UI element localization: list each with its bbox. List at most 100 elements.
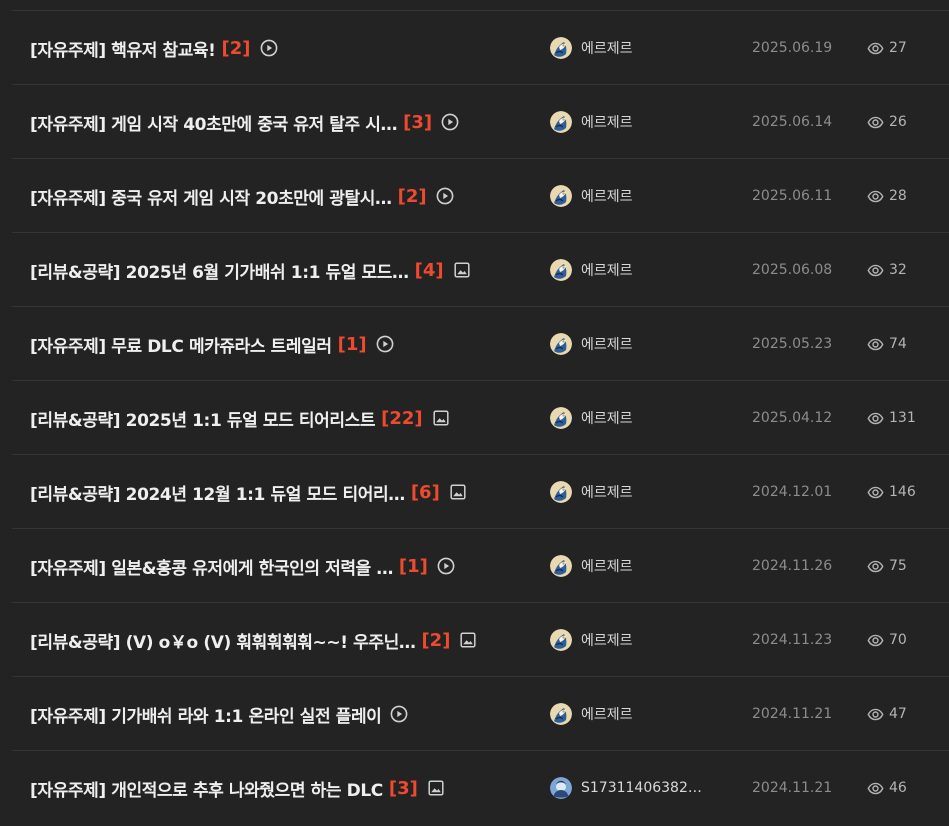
author-name[interactable]: 에르제르: [581, 704, 633, 724]
comment-count: [6]: [410, 481, 440, 503]
post-title-area[interactable]: [자유주제] 중국 유저 게임 시작 20초만에 광탈시… [2]: [30, 159, 454, 233]
post-title[interactable]: [자유주제] 게임 시작 40초만에 중국 유저 탈주 시…: [30, 110, 398, 135]
post-author[interactable]: 에르제르: [550, 603, 633, 677]
eye-icon: [867, 40, 884, 57]
post-title-area[interactable]: [리뷰&공략] 2024년 12월 1:1 듀얼 모드 티어리… [6]: [30, 455, 467, 529]
post-title[interactable]: [자유주제] 기가배쉬 라와 1:1 온라인 실전 플레이: [30, 702, 382, 727]
post-title-area[interactable]: [리뷰&공략] 2025년 6월 기가배쉬 1:1 듀얼 모드… [4]: [30, 233, 471, 307]
post-title[interactable]: [자유주제] 중국 유저 게임 시작 20초만에 광탈시…: [30, 184, 392, 209]
author-avatar-1: [550, 629, 572, 651]
post-title[interactable]: [리뷰&공략] 2025년 1:1 듀얼 모드 티어리스트: [30, 406, 375, 431]
post-row[interactable]: [자유주제] 기가배쉬 라와 1:1 온라인 실전 플레이 에르제르 2024.11…: [12, 677, 949, 751]
view-count: 27: [867, 11, 907, 85]
post-title-area[interactable]: [자유주제] 일본&홍콩 유저에게 한국인의 저력을 … [1]: [30, 529, 455, 603]
post-date: 2025.04.12: [752, 410, 833, 426]
post-title-area[interactable]: [리뷰&공략] 2025년 1:1 듀얼 모드 티어리스트 [22]: [30, 381, 450, 455]
post-title[interactable]: [리뷰&공략] 2024년 12월 1:1 듀얼 모드 티어리…: [30, 480, 405, 505]
view-count-value: 75: [889, 558, 907, 574]
author-name[interactable]: S17311406382…: [581, 780, 702, 796]
view-count: 146: [867, 455, 916, 529]
view-count-value: 74: [889, 336, 907, 352]
image-icon: [427, 779, 445, 797]
post-row[interactable]: [자유주제] 개인적으로 추후 나와줬으면 하는 DLC [3] S17311406…: [12, 751, 949, 825]
post-row[interactable]: [리뷰&공략] 2025년 1:1 듀얼 모드 티어리스트 [22] 에르제르 202…: [12, 381, 949, 455]
post-row[interactable]: [자유주제] 게임 시작 40초만에 중국 유저 탈주 시… [3] 에르제르 202…: [12, 85, 949, 159]
author-name[interactable]: 에르제르: [581, 334, 633, 354]
post-title-area[interactable]: [자유주제] 핵유저 참교육! [2]: [30, 11, 278, 85]
post-author[interactable]: 에르제르: [550, 529, 633, 603]
post-title[interactable]: [자유주제] 핵유저 참교육!: [30, 36, 216, 61]
view-count-value: 28: [889, 188, 907, 204]
post-title-area[interactable]: [자유주제] 개인적으로 추후 나와줬으면 하는 DLC [3]: [30, 751, 445, 825]
view-count: 28: [867, 159, 907, 233]
author-name[interactable]: 에르제르: [581, 38, 633, 58]
post-author[interactable]: 에르제르: [550, 307, 633, 381]
view-count-value: 47: [889, 706, 907, 722]
author-name[interactable]: 에르제르: [581, 482, 633, 502]
post-author[interactable]: 에르제르: [550, 233, 633, 307]
post-date: 2025.06.14: [752, 114, 833, 130]
post-title[interactable]: [자유주제] 일본&홍콩 유저에게 한국인의 저력을 …: [30, 554, 393, 579]
post-list: [자유주제] 핵유저 참교육! [2] 에르제르 2025.06.19 27 [자유주제]…: [12, 10, 949, 825]
view-count: 46: [867, 751, 907, 825]
post-title-area[interactable]: [자유주제] 게임 시작 40초만에 중국 유저 탈주 시… [3]: [30, 85, 459, 159]
play-circle-icon: [390, 705, 408, 723]
post-row[interactable]: [자유주제] 무료 DLC 메카쥬라스 트레일러 [1] 에르제르 2025.05.2…: [12, 307, 949, 381]
comment-count: [3]: [388, 777, 418, 799]
author-name[interactable]: 에르제르: [581, 112, 633, 132]
post-row[interactable]: [리뷰&공략] (V) o￥o (V) 훠훠훠훠훠~~! 우주닌… [2] 에르제르…: [12, 603, 949, 677]
post-title-area[interactable]: [자유주제] 무료 DLC 메카쥬라스 트레일러 [1]: [30, 307, 394, 381]
post-title[interactable]: [리뷰&공략] (V) o￥o (V) 훠훠훠훠훠~~! 우주닌…: [30, 628, 416, 653]
post-row[interactable]: [자유주제] 중국 유저 게임 시작 20초만에 광탈시… [2] 에르제르 2025…: [12, 159, 949, 233]
post-title[interactable]: [자유주제] 무료 DLC 메카쥬라스 트레일러: [30, 332, 332, 357]
author-avatar-1: [550, 703, 572, 725]
post-title-area[interactable]: [자유주제] 기가배쉬 라와 1:1 온라인 실전 플레이: [30, 677, 408, 751]
author-avatar-1: [550, 481, 572, 503]
author-name[interactable]: 에르제르: [581, 408, 633, 428]
post-author[interactable]: 에르제르: [550, 11, 633, 85]
view-count-value: 46: [889, 780, 907, 796]
post-row[interactable]: [리뷰&공략] 2024년 12월 1:1 듀얼 모드 티어리… [6] 에르제르 2…: [12, 455, 949, 529]
post-author[interactable]: 에르제르: [550, 159, 633, 233]
post-row[interactable]: [자유주제] 일본&홍콩 유저에게 한국인의 저력을 … [1] 에르제르 2024.…: [12, 529, 949, 603]
post-row[interactable]: [리뷰&공략] 2025년 6월 기가배쉬 1:1 듀얼 모드… [4] 에르제르 2…: [12, 233, 949, 307]
author-avatar-1: [550, 555, 572, 577]
post-date: 2024.11.23: [752, 632, 833, 648]
eye-icon: [867, 410, 884, 427]
author-avatar-1: [550, 185, 572, 207]
eye-icon: [867, 336, 884, 353]
post-author[interactable]: 에르제르: [550, 381, 633, 455]
eye-icon: [867, 262, 884, 279]
comment-count: [4]: [414, 259, 444, 281]
view-count: 74: [867, 307, 907, 381]
author-name[interactable]: 에르제르: [581, 260, 633, 280]
author-avatar-1: [550, 333, 572, 355]
author-name[interactable]: 에르제르: [581, 630, 633, 650]
author-name[interactable]: 에르제르: [581, 186, 633, 206]
view-count: 26: [867, 85, 907, 159]
play-circle-icon: [436, 187, 454, 205]
post-author[interactable]: S17311406382…: [550, 751, 702, 825]
post-title-area[interactable]: [리뷰&공략] (V) o￥o (V) 훠훠훠훠훠~~! 우주닌… [2]: [30, 603, 477, 677]
author-avatar-2: [550, 777, 572, 799]
post-author[interactable]: 에르제르: [550, 455, 633, 529]
comment-count: [22]: [381, 407, 423, 429]
post-author[interactable]: 에르제르: [550, 677, 633, 751]
post-title[interactable]: [자유주제] 개인적으로 추후 나와줬으면 하는 DLC: [30, 776, 383, 801]
post-title[interactable]: [리뷰&공략] 2025년 6월 기가배쉬 1:1 듀얼 모드…: [30, 258, 409, 283]
comment-count: [3]: [403, 111, 433, 133]
post-row[interactable]: [자유주제] 핵유저 참교육! [2] 에르제르 2025.06.19 27: [12, 11, 949, 85]
view-count-value: 26: [889, 114, 907, 130]
eye-icon: [867, 558, 884, 575]
view-count-value: 32: [889, 262, 907, 278]
comment-count: [1]: [337, 333, 367, 355]
eye-icon: [867, 706, 884, 723]
eye-icon: [867, 114, 884, 131]
eye-icon: [867, 484, 884, 501]
eye-icon: [867, 188, 884, 205]
view-count: 47: [867, 677, 907, 751]
post-author[interactable]: 에르제르: [550, 85, 633, 159]
image-icon: [449, 483, 467, 501]
author-avatar-1: [550, 259, 572, 281]
author-name[interactable]: 에르제르: [581, 556, 633, 576]
